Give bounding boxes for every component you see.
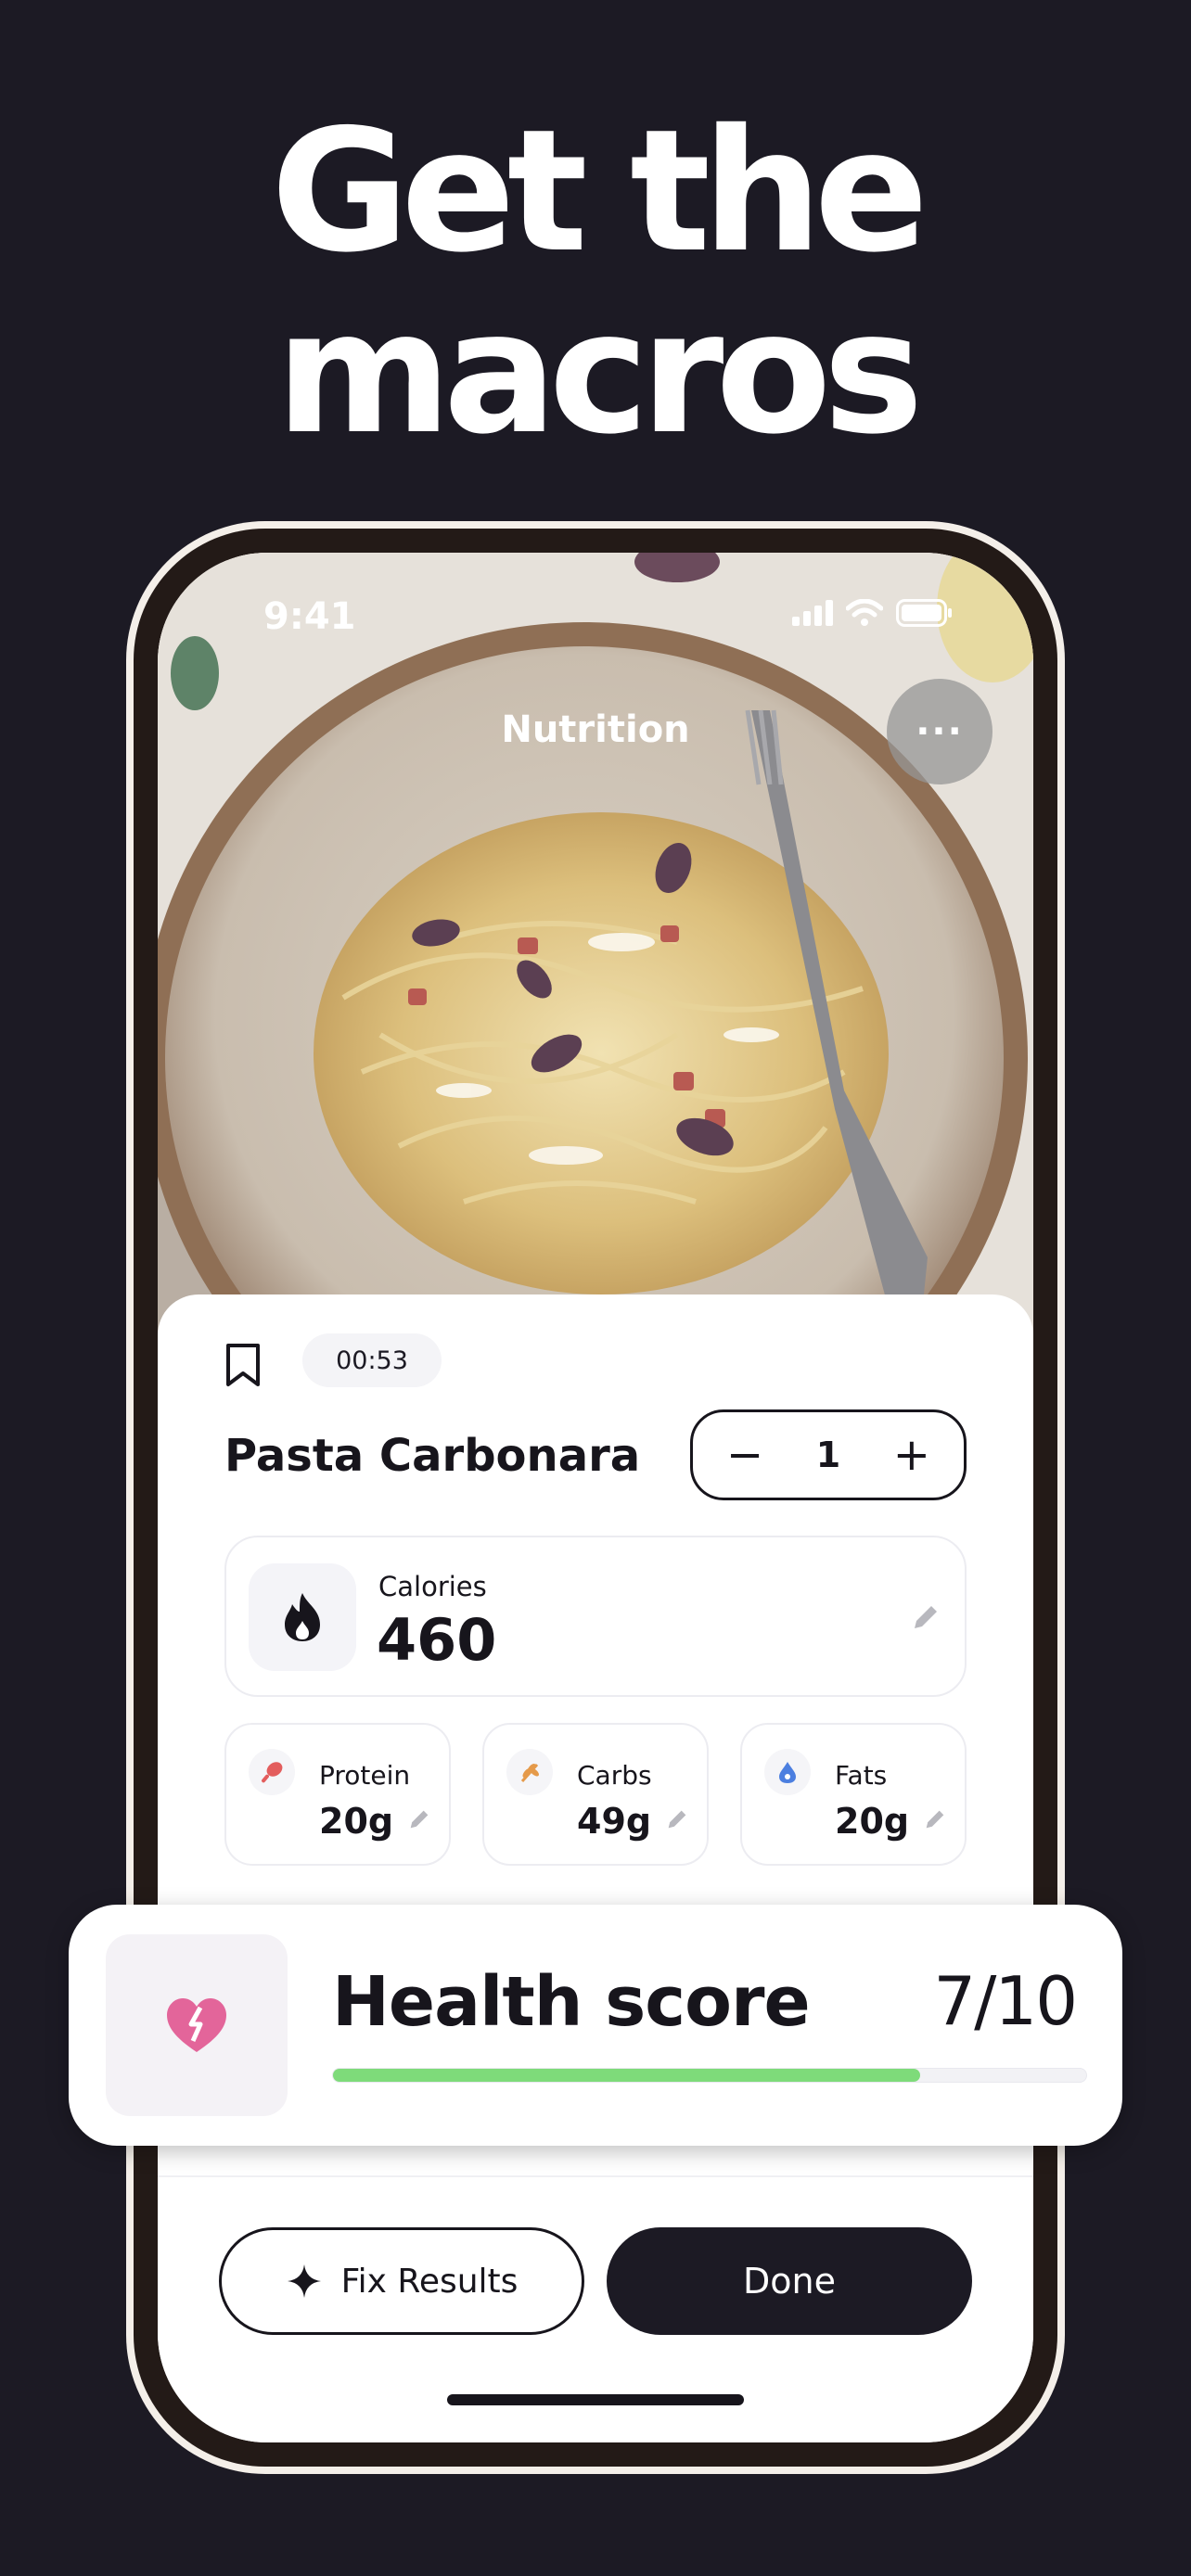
fix-results-button[interactable]: Fix Results [219, 2227, 584, 2335]
fats-value: 20g [835, 1801, 910, 1842]
health-score-title: Health score [332, 1962, 811, 2042]
calories-icon-box [249, 1563, 356, 1671]
fats-card[interactable]: Fats 20g [740, 1723, 967, 1866]
wifi-icon [846, 599, 883, 626]
decrease-button[interactable]: − [726, 1433, 763, 1477]
protein-value: 20g [319, 1801, 394, 1842]
sparkle-icon [287, 2264, 321, 2298]
bookmark-icon[interactable] [224, 1343, 262, 1387]
health-score-bar [332, 2068, 1087, 2083]
oil-drop-icon [764, 1749, 811, 1795]
home-indicator [447, 2394, 744, 2405]
cellular-signal-icon [792, 600, 833, 626]
wheat-icon [506, 1749, 553, 1795]
phone-screen: 9:41 Nutrition ··· 00:53 Pasta Carbonara… [158, 553, 1033, 2442]
edit-fats-icon[interactable] [922, 1806, 948, 1832]
food-photo [158, 553, 1033, 1350]
carbs-value: 49g [577, 1801, 652, 1842]
status-time: 9:41 [263, 595, 356, 638]
carbs-label: Carbs [577, 1760, 652, 1791]
edit-protein-icon[interactable] [406, 1806, 432, 1832]
quantity-stepper[interactable]: − 1 + [690, 1409, 967, 1500]
status-icons [792, 599, 954, 627]
fix-results-label: Fix Results [340, 2262, 519, 2301]
fats-label: Fats [835, 1760, 888, 1791]
edit-calories-icon[interactable] [909, 1600, 942, 1634]
calories-card[interactable]: Calories 460 [224, 1536, 967, 1697]
health-score-fill [333, 2069, 921, 2082]
headline-line-1: Get the [270, 93, 928, 289]
calories-value: 460 [377, 1606, 497, 1674]
increase-button[interactable]: + [893, 1433, 930, 1477]
health-score-value: 7/10 [933, 1962, 1078, 2040]
health-score-card: Health score 7/10 [69, 1905, 1122, 2146]
divider [158, 2175, 1033, 2177]
drumstick-icon [249, 1749, 295, 1795]
flame-icon [285, 1593, 320, 1641]
more-icon: ··· [916, 710, 964, 753]
done-label: Done [743, 2261, 836, 2302]
edit-carbs-icon[interactable] [664, 1806, 690, 1832]
headline: Get the macros [0, 100, 1191, 464]
protein-card[interactable]: Protein 20g [224, 1723, 451, 1866]
broken-heart-icon [167, 1998, 226, 2052]
done-button[interactable]: Done [607, 2227, 972, 2335]
quantity-value: 1 [815, 1435, 841, 1475]
carbs-card[interactable]: Carbs 49g [482, 1723, 709, 1866]
protein-label: Protein [319, 1760, 411, 1791]
food-name: Pasta Carbonara [224, 1430, 641, 1482]
more-options-button[interactable]: ··· [887, 679, 992, 784]
health-icon-box [106, 1934, 288, 2116]
battery-icon [896, 599, 952, 627]
timer-badge: 00:53 [302, 1333, 442, 1387]
calories-label: Calories [378, 1571, 487, 1602]
headline-line-2: macros [275, 274, 923, 471]
